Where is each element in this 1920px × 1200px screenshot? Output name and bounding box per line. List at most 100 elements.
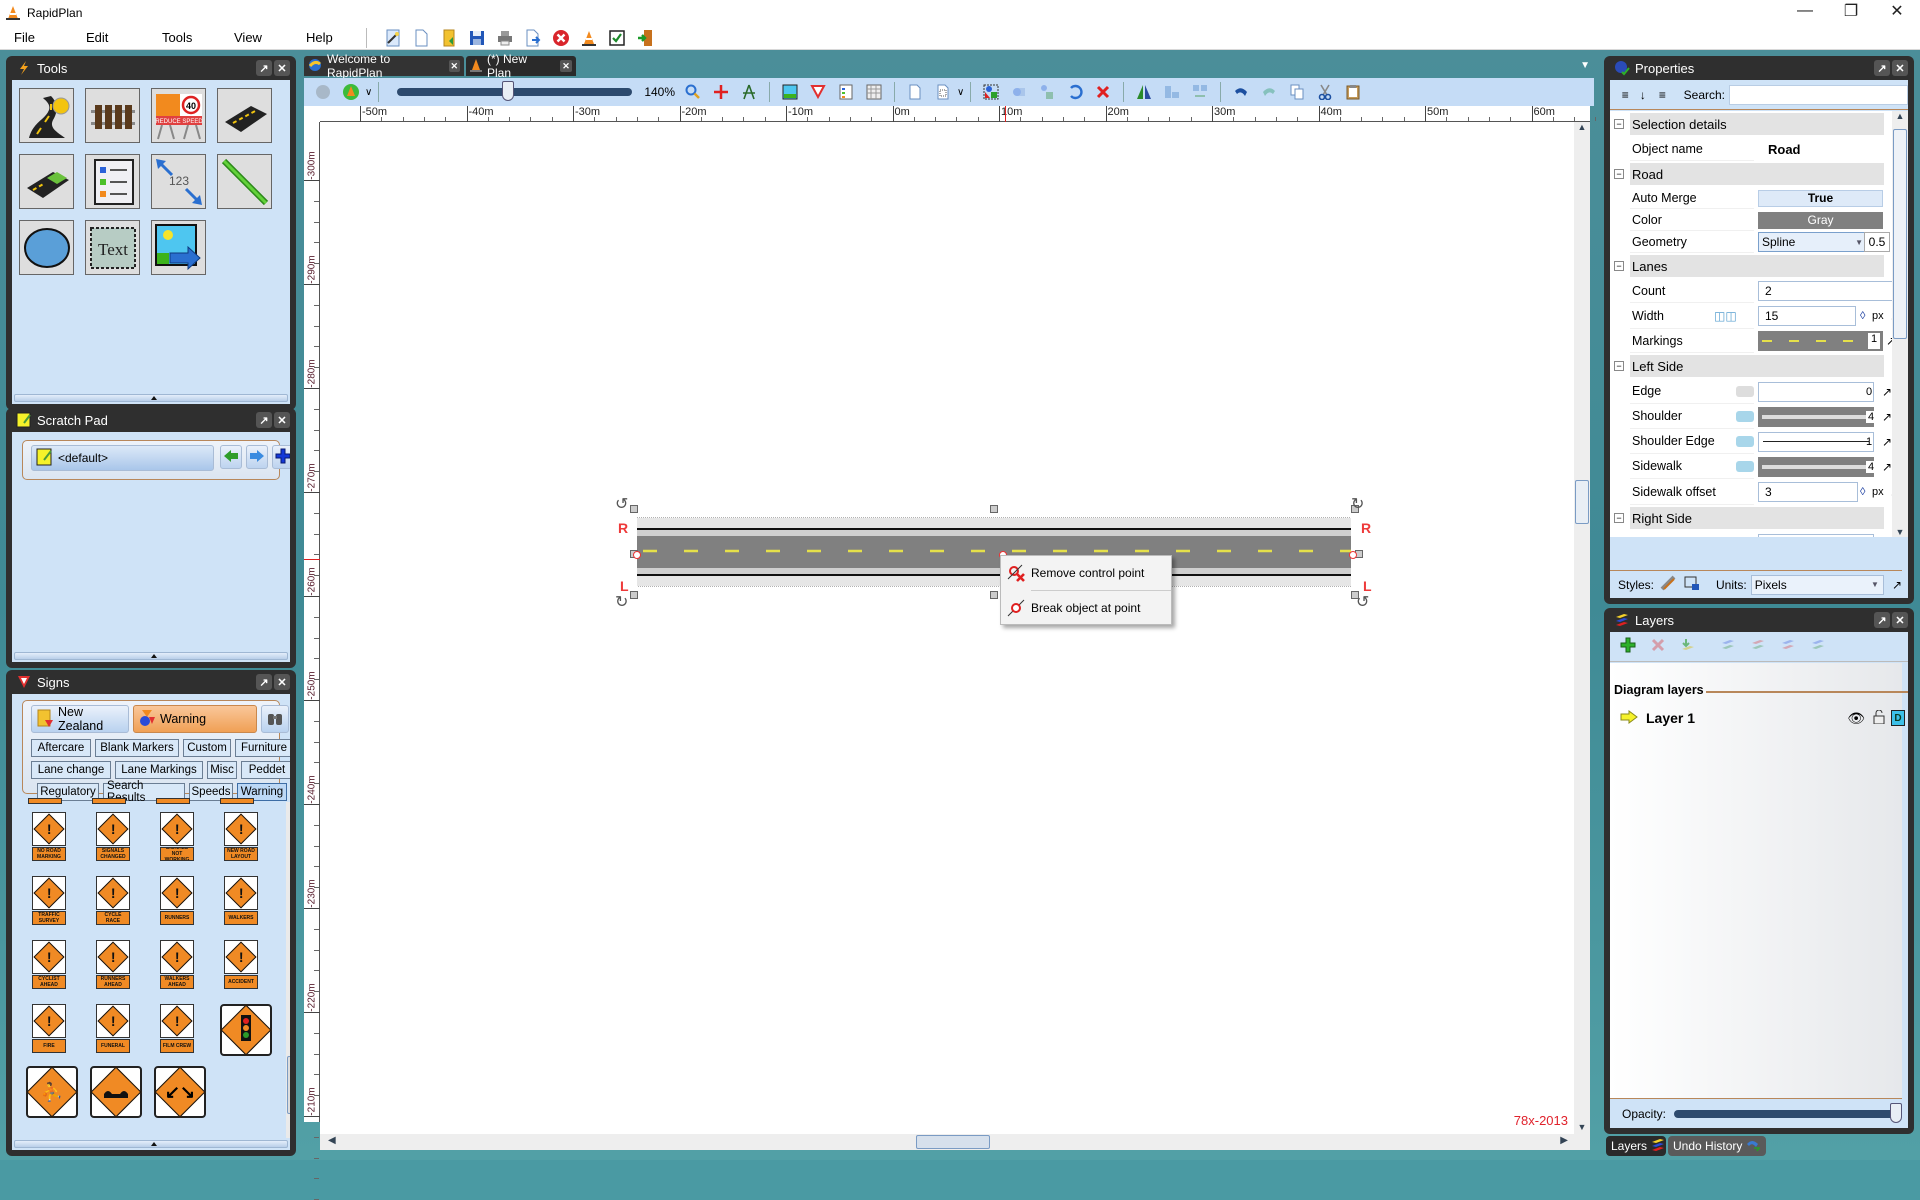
shoulder-edge-style[interactable] [1758, 431, 1874, 452]
traffic-signals-sign[interactable] [220, 1004, 272, 1056]
category-right-side[interactable]: − Right Side [1610, 505, 1902, 531]
collapse-icon[interactable]: − [1614, 361, 1624, 371]
delete-layer-icon[interactable] [1650, 637, 1666, 656]
select-objects-icon[interactable] [980, 81, 1002, 103]
collapse-icon[interactable]: − [1614, 169, 1624, 179]
expand-icon[interactable]: ↗ [1882, 410, 1892, 424]
lane-count-input[interactable]: 2 [1758, 281, 1898, 301]
menu-file[interactable]: File [2, 26, 74, 50]
sign-partial[interactable] [92, 798, 126, 804]
markings-count[interactable]: 1 [1868, 333, 1880, 349]
search-signs-button[interactable] [261, 705, 289, 733]
scroll-down-icon[interactable]: ▼ [1892, 527, 1908, 537]
warning-sign[interactable]: ! CYCLE RACE [96, 876, 130, 925]
scroll-right-icon[interactable]: ▶ [1560, 1135, 1568, 1146]
warning-sign[interactable]: ! WALKERS [224, 876, 258, 925]
undo-icon[interactable] [1230, 81, 1252, 103]
panel-resize-grip[interactable] [14, 394, 288, 402]
category-selection-details[interactable]: − Selection details [1610, 111, 1902, 137]
warning-sign[interactable]: ! SIGNALS NOT WORKING [160, 812, 194, 861]
spinner-icon[interactable]: ◊ [1860, 486, 1865, 498]
warning-sign[interactable]: ! FILM CREW [160, 1004, 194, 1053]
category-road[interactable]: − Road [1610, 161, 1902, 187]
rotate-handle-icon[interactable]: ↻ [615, 592, 628, 612]
warning-sign[interactable]: ! FUNERAL [96, 1004, 130, 1053]
new-document-icon[interactable] [410, 27, 432, 49]
close-tab-icon[interactable]: ✕ [560, 60, 572, 72]
rotate-handle-icon[interactable]: ↻ [1351, 494, 1364, 514]
compass-icon[interactable] [738, 81, 760, 103]
region-button[interactable]: New Zealand [31, 705, 129, 733]
visibility-eye-icon[interactable]: 👁 [1847, 710, 1865, 727]
tab-undo-history[interactable]: Undo History [1668, 1136, 1766, 1156]
expand-icon[interactable]: ↗ [1882, 537, 1892, 538]
sort-icon[interactable]: ↓ [1636, 88, 1649, 102]
add-button[interactable] [272, 445, 290, 469]
signs-triangle-icon[interactable] [807, 81, 829, 103]
shoulder-edge-toggle[interactable] [1736, 436, 1754, 447]
sign-partial[interactable] [28, 798, 62, 804]
resize-handle[interactable] [630, 591, 638, 599]
new-wizard-icon[interactable] [382, 27, 404, 49]
layer-row[interactable]: Layer 1 👁 D [1620, 705, 1905, 731]
units-select[interactable]: Pixels ▼ [1750, 574, 1884, 595]
merge-layer-icon[interactable] [1680, 637, 1696, 656]
layer-bottom-icon[interactable] [1810, 637, 1826, 656]
sidewalk-toggle[interactable] [1736, 461, 1754, 472]
styles-brush-icon[interactable] [1660, 575, 1676, 594]
color-picker[interactable]: Gray [1758, 211, 1883, 229]
sidewalk-style[interactable] [1758, 456, 1874, 477]
scroll-up-icon[interactable]: ▲ [1574, 122, 1590, 132]
tension-input[interactable]: 0.5 [1864, 232, 1890, 252]
resize-handle[interactable] [990, 591, 998, 599]
previous-button[interactable] [220, 445, 242, 469]
close-window-button[interactable]: ✕ [1874, 0, 1920, 22]
cut-icon[interactable] [1314, 81, 1336, 103]
flagman-sign[interactable]: ⛹ [26, 1066, 78, 1118]
warning-sign[interactable]: ! ACCIDENT [224, 940, 258, 989]
shoulder-toggle[interactable] [1736, 411, 1754, 422]
properties-scrollbar[interactable]: ▲ ▼ [1892, 111, 1908, 537]
menu-item-remove-control-point[interactable]: Remove control point [1001, 556, 1171, 590]
pin-button[interactable]: ↗ [256, 60, 272, 76]
menu-edit[interactable]: Edit [74, 26, 150, 50]
control-point[interactable] [1349, 551, 1357, 559]
open-folder-icon[interactable] [438, 27, 460, 49]
close-tab-icon[interactable]: ✕ [448, 60, 460, 72]
export-icon[interactable] [522, 27, 544, 49]
close-panel-button[interactable]: ✕ [274, 674, 290, 690]
expand-icon[interactable]: ↗ [1882, 460, 1892, 474]
layer-top-icon[interactable] [1780, 637, 1796, 656]
zoom-magnifier-icon[interactable] [682, 81, 704, 103]
lane-width-input[interactable]: 15 [1758, 306, 1856, 326]
scrollbar-thumb[interactable] [287, 1056, 290, 1114]
road-segment-tool-button[interactable] [217, 88, 272, 143]
signs-scrollbar[interactable]: ▲ ▼ [286, 802, 290, 1138]
paste-icon[interactable] [1342, 81, 1364, 103]
scrollbar-thumb[interactable] [1575, 480, 1589, 524]
menu-item-break-object[interactable]: Break object at point [1001, 591, 1171, 625]
rapidplan-cone-icon[interactable] [578, 27, 600, 49]
category-aftercare[interactable]: Aftercare [31, 739, 91, 757]
drawing-canvas[interactable]: R R L L ↺ ↻ ↻ ↺ ⬁ 78x-2013 [320, 122, 1590, 1134]
categorized-icon[interactable]: ≡ [1618, 88, 1632, 102]
resize-handle[interactable] [990, 505, 998, 513]
roadworks-sign-tool-button[interactable]: 40 REDUCE SPEED [151, 88, 206, 143]
category-misc[interactable]: Misc [207, 761, 237, 779]
road-tool-button[interactable] [19, 88, 74, 143]
category-custom[interactable]: Custom [183, 739, 231, 757]
warning-sign[interactable]: ! CYCLIST AHEAD [32, 940, 66, 989]
edge-toggle[interactable] [1736, 386, 1754, 397]
scratch-pad-select[interactable]: <default> [31, 445, 214, 471]
expand-icon[interactable]: ↗ [1892, 578, 1902, 592]
scroll-down-icon[interactable]: ▼ [1574, 1122, 1590, 1132]
diverge-sign[interactable]: ↙↘ [154, 1066, 206, 1118]
category-peddet[interactable]: Peddet [241, 761, 290, 779]
category-furniture[interactable]: Furniture [235, 739, 290, 757]
pin-button[interactable]: ↗ [1874, 612, 1890, 628]
sign-partial[interactable] [156, 798, 190, 804]
collapse-icon[interactable]: − [1614, 513, 1624, 523]
collapse-icon[interactable]: − [1614, 261, 1624, 271]
category-button[interactable]: Warning [133, 705, 257, 733]
copy-icon[interactable] [1286, 81, 1308, 103]
